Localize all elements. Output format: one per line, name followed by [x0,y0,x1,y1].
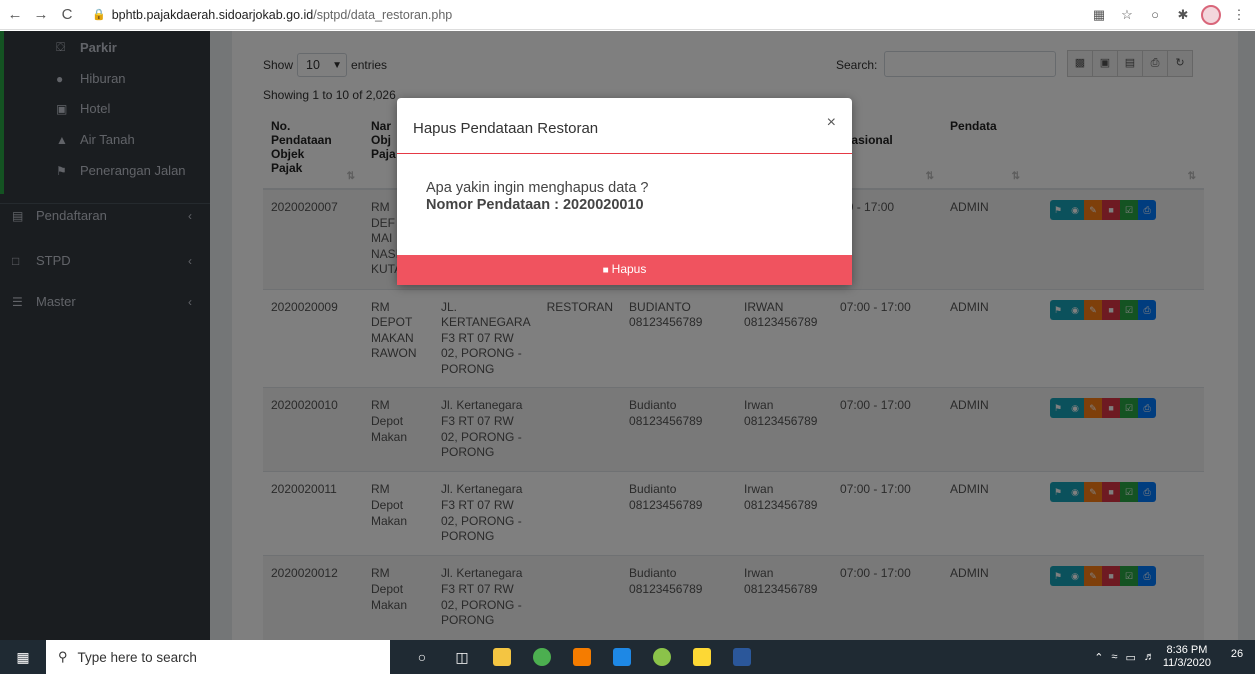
taskbar-search[interactable]: ⚲ Type here to search [46,640,390,674]
clock-date: 11/3/2020 [1162,657,1211,669]
chevron-up-icon[interactable]: ⌃ [1094,651,1103,664]
file-explorer-icon[interactable] [482,640,522,674]
app-tile [573,648,591,666]
app-tile [493,648,511,666]
app-tile [653,648,671,666]
modal-body: Apa yakin ingin menghapus data ? Nomor P… [397,154,852,255]
translate-icon[interactable]: ▦ [1089,5,1109,25]
notification-badge[interactable]: 26 [1227,648,1247,666]
windows-start-icon[interactable]: ▦ [0,640,46,674]
system-tray: ⌃ ≈ ▭ ♬ 8:36 PM 11/3/2020 [1094,640,1211,674]
back-button[interactable]: ← [4,6,26,23]
browser-toolbar: ← → C 🔒 bphtb.pajakdaerah.sidoarjokab.go… [0,0,1255,30]
app-tile [693,648,711,666]
task-view-icon[interactable]: ◫ [442,640,482,674]
battery-icon[interactable]: ▭ [1125,651,1135,664]
app-tile [533,648,551,666]
delete-modal: Hapus Pendataan Restoran × Apa yakin ing… [397,98,852,285]
profile-avatar[interactable] [1201,5,1221,25]
modal-title: Hapus Pendataan Restoran [413,120,599,137]
sticky-notes-icon[interactable] [682,640,722,674]
xampp-icon[interactable] [562,640,602,674]
trash-icon: ■ [602,264,609,276]
search-icon: ⚲ [58,649,68,664]
app-icon[interactable] [642,640,682,674]
close-icon[interactable]: × [827,114,836,132]
clock[interactable]: 8:36 PM 11/3/2020 [1163,644,1211,670]
word-icon[interactable] [722,640,762,674]
extension-circle-icon[interactable]: ○ [1145,5,1165,25]
confirm-question: Apa yakin ingin menghapus data ? [426,180,649,196]
network-icon[interactable]: ≈ [1111,651,1117,663]
taskbar: ▦ ⚲ Type here to search ○ ◫ ⌃ ≈ ▭ ♬ 8:36… [0,640,1255,674]
vscode-icon[interactable] [602,640,642,674]
menu-dots-icon[interactable]: ⋮ [1229,5,1249,25]
forward-button[interactable]: → [30,6,52,23]
url-path: /sptpd/data_restoran.php [313,7,453,22]
url-host: bphtb.pajakdaerah.sidoarjokab.go.id [111,7,314,22]
lock-icon[interactable]: 🔒 [92,8,106,21]
page-area: ⛋Parkir ●Hiburan ▣Hotel ▲Air Tanah ⚑Pene… [0,31,1255,640]
chrome-icon[interactable] [522,640,562,674]
app-tile [733,648,751,666]
modal-header: Hapus Pendataan Restoran × [397,98,852,154]
volume-icon[interactable]: ♬ [1144,651,1155,663]
cortana-icon[interactable]: ○ [402,640,442,674]
taskbar-apps: ○ ◫ [402,640,762,674]
star-icon[interactable]: ☆ [1117,5,1137,25]
address-bar[interactable]: bphtb.pajakdaerah.sidoarjokab.go.id/sptp… [112,8,453,22]
confirm-number: Nomor Pendataan : 2020020010 [426,197,644,214]
reload-button[interactable]: C [56,6,78,23]
taskbar-search-placeholder: Type here to search [77,649,197,665]
app-tile [613,648,631,666]
delete-button[interactable]: ■ Hapus [397,254,852,285]
delete-label: Hapus [611,261,647,276]
clock-time: 8:36 PM [1166,644,1208,656]
puzzle-icon[interactable]: ✱ [1173,5,1193,25]
